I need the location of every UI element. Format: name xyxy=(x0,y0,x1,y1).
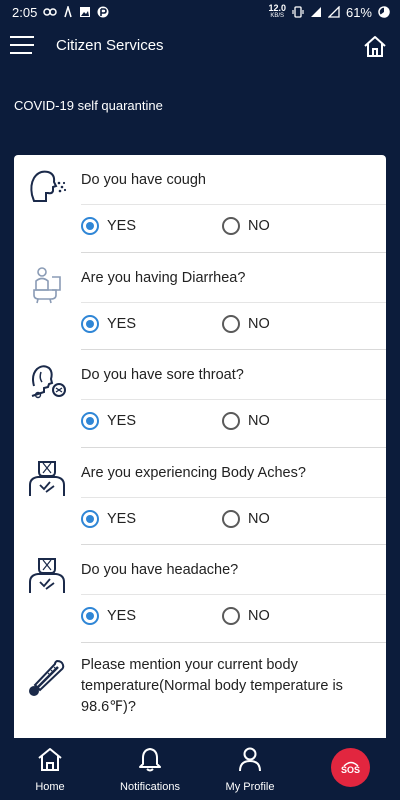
no-radio[interactable]: NO xyxy=(222,314,363,333)
yes-radio[interactable]: YES xyxy=(81,509,222,528)
nav-notifications[interactable]: Notifications xyxy=(105,746,195,793)
yes-radio[interactable]: YES xyxy=(81,314,222,333)
home-icon[interactable] xyxy=(362,33,388,59)
link-icon xyxy=(43,7,58,17)
radio-unchecked-icon[interactable] xyxy=(222,509,240,528)
header-title: Citizen Services xyxy=(56,37,164,54)
paytm-icon xyxy=(97,6,109,18)
yes-radio[interactable]: YES xyxy=(81,607,222,625)
thermometer-icon xyxy=(26,657,68,699)
home-icon xyxy=(5,746,95,777)
no-radio[interactable]: NO xyxy=(222,509,363,528)
bell-icon xyxy=(105,746,195,777)
status-bar: 2:05 12.0 KB/S 61% xyxy=(0,0,400,24)
sos-label: SOS xyxy=(340,765,360,775)
headache-icon xyxy=(26,555,68,597)
nav-notifications-label: Notifications xyxy=(120,781,180,793)
divider xyxy=(81,399,386,400)
divider xyxy=(81,204,386,205)
sos-button[interactable]: SOS xyxy=(331,748,370,787)
questionnaire-card: Do you have cough YES NO Are you having … xyxy=(14,155,386,745)
no-radio[interactable]: NO xyxy=(222,412,363,430)
app-header: Citizen Services xyxy=(0,24,400,68)
battery-percent: 61% xyxy=(345,4,372,20)
temperature-question-text: Please mention your current body tempera… xyxy=(81,656,343,715)
radio-checked-icon[interactable] xyxy=(81,217,99,235)
divider xyxy=(81,496,386,498)
nav-profile-label: My Profile xyxy=(225,781,275,793)
question-headache: Do you have headache? YES NO xyxy=(14,545,386,643)
radio-checked-icon[interactable] xyxy=(81,607,99,625)
question-sore-throat: Do you have sore throat? YES NO xyxy=(14,350,386,448)
answer-options: YES NO xyxy=(81,607,363,625)
cough-icon xyxy=(26,165,68,207)
nav-profile[interactable]: My Profile xyxy=(205,746,295,793)
question-text: Do you have cough xyxy=(81,172,206,188)
radio-unchecked-icon[interactable] xyxy=(222,217,240,235)
diarrhea-icon xyxy=(26,263,68,305)
question-cough: Do you have cough YES NO xyxy=(14,155,386,253)
sore-throat-icon xyxy=(26,360,68,402)
no-radio[interactable]: NO xyxy=(222,607,363,625)
question-temperature: Please mention your current body tempera… xyxy=(14,643,386,743)
radio-checked-icon[interactable] xyxy=(81,412,99,430)
wifi-signal-icon xyxy=(310,6,322,18)
status-time: 2:05 xyxy=(12,4,38,20)
radio-unchecked-icon[interactable] xyxy=(222,412,240,430)
question-text: Do you have sore throat? xyxy=(81,367,244,383)
answer-options: YES NO xyxy=(81,314,363,333)
image-icon xyxy=(79,6,91,18)
body-aches-icon xyxy=(26,458,68,500)
yes-radio[interactable]: YES xyxy=(81,412,222,430)
divider xyxy=(81,594,386,595)
battery-icon xyxy=(378,6,390,18)
menu-icon[interactable] xyxy=(10,36,34,56)
user-icon xyxy=(205,746,295,777)
question-text: Do you have headache? xyxy=(81,562,239,578)
page-subtitle: COVID-19 self quarantine xyxy=(14,98,163,113)
question-text: Are you having Diarrhea? xyxy=(81,269,246,286)
nav-home[interactable]: Home xyxy=(5,746,95,793)
radio-checked-icon[interactable] xyxy=(81,509,99,528)
nfc-icon xyxy=(63,6,73,18)
answer-options: YES NO xyxy=(81,412,363,430)
bottom-nav: Home Notifications My Profile SOS xyxy=(0,738,400,800)
question-text: Are you experiencing Body Aches? xyxy=(81,464,306,481)
divider xyxy=(81,301,386,303)
cell-signal-icon xyxy=(327,6,340,18)
network-speed: 12.0 KB/S xyxy=(268,3,286,20)
vibrate-icon xyxy=(292,6,304,18)
no-radio[interactable]: NO xyxy=(222,217,363,235)
question-body-aches: Are you experiencing Body Aches? YES NO xyxy=(14,448,386,545)
nav-home-label: Home xyxy=(35,781,65,793)
answer-options: YES NO xyxy=(81,217,363,235)
question-diarrhea: Are you having Diarrhea? YES NO xyxy=(14,253,386,350)
radio-unchecked-icon[interactable] xyxy=(222,607,240,625)
radio-unchecked-icon[interactable] xyxy=(222,314,240,333)
answer-options: YES NO xyxy=(81,509,363,528)
radio-checked-icon[interactable] xyxy=(81,314,99,333)
yes-radio[interactable]: YES xyxy=(81,217,222,235)
